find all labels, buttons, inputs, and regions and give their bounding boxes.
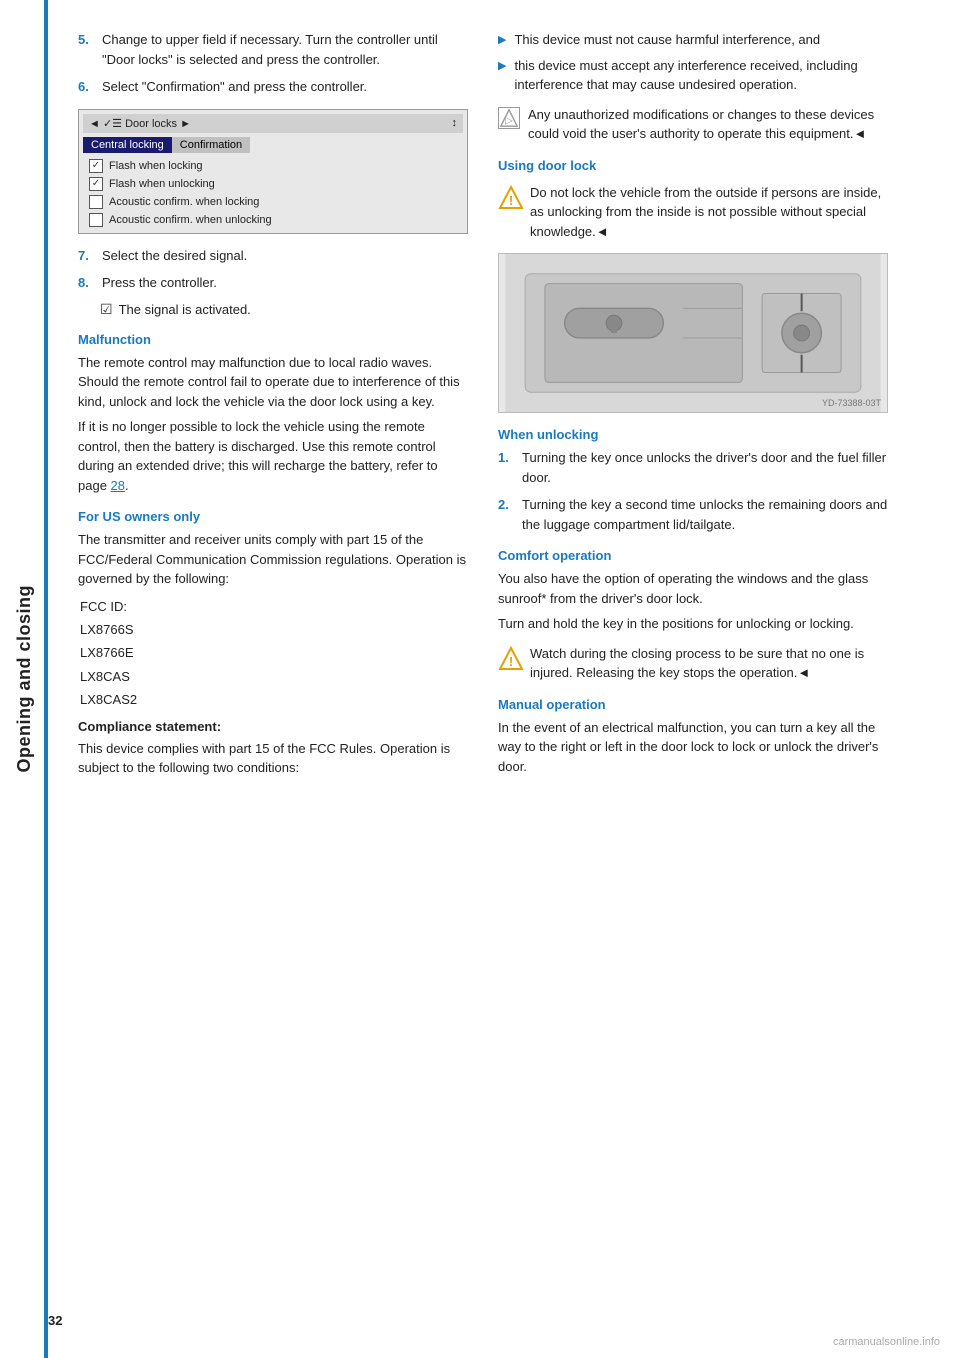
ui-row-2: ✓ Flash when unlocking (83, 175, 463, 193)
using-door-lock-warning: ! Do not lock the vehicle from the outsi… (498, 183, 888, 242)
svg-text:!: ! (509, 654, 513, 669)
left-column: 5. Change to upper field if necessary. T… (78, 30, 468, 1328)
bullet-1-text: This device must not cause harmful inter… (514, 30, 820, 50)
svg-text:▷: ▷ (505, 115, 513, 126)
step-6: 6. Select "Confirmation" and press the c… (78, 77, 468, 97)
fcc-lx8766e: LX8766E (80, 641, 468, 664)
step-5-text: Change to upper field if necessary. Turn… (102, 30, 468, 69)
ui-box-header: ◄ ✓☰ Door locks ► ↕ (83, 114, 463, 133)
fcc-lx8766s: LX8766S (80, 618, 468, 641)
when-unlocking-step-2: 2. Turning the key a second time unlocks… (498, 495, 888, 534)
when-unlock-1-num: 1. (498, 448, 514, 487)
compliance-header: Compliance statement: (78, 717, 468, 737)
malfunction-text-2: If it is no longer possible to lock the … (78, 417, 468, 495)
step-7-num: 7. (78, 246, 94, 266)
triangle-icon-2: ▶ (498, 58, 506, 95)
step-7-text: Select the desired signal. (102, 246, 468, 266)
page-number: 32 (48, 1313, 62, 1328)
ui-row-1-label: Flash when locking (109, 160, 203, 172)
when-unlock-2-num: 2. (498, 495, 514, 534)
fcc-lx8cas: LX8CAS (80, 665, 468, 688)
note-text: Any unauthorized modifications or change… (528, 105, 888, 144)
when-unlock-1-text: Turning the key once unlocks the driver'… (522, 448, 888, 487)
checkmark-note: ☑ The signal is activated. (100, 301, 468, 318)
sidebar: Opening and closing (0, 0, 48, 1358)
comfort-header: Comfort operation (498, 548, 888, 563)
image-caption: YD-73388-03T (822, 398, 881, 408)
ui-row-4-label: Acoustic confirm. when unlocking (109, 214, 272, 226)
bullet-2-text: this device must accept any interference… (514, 56, 888, 95)
step-8-text: Press the controller. (102, 273, 468, 293)
step-8-num: 8. (78, 273, 94, 293)
triangle-icon-1: ▶ (498, 32, 506, 50)
compliance-text: This device complies with part 15 of the… (78, 739, 468, 778)
ui-row-1: ✓ Flash when locking (83, 157, 463, 175)
checkbox-2: ✓ (89, 177, 103, 191)
fcc-id-line: FCC ID: (80, 595, 468, 618)
ui-header-left: ◄ ✓☰ Door locks ► (89, 117, 191, 130)
checkbox-4 (89, 213, 103, 227)
step-5-num: 5. (78, 30, 94, 69)
when-unlock-2-text: Turning the key a second time unlocks th… (522, 495, 888, 534)
using-door-lock-warning-text: Do not lock the vehicle from the outside… (530, 183, 888, 242)
step-8: 8. Press the controller. (78, 273, 468, 293)
warning-triangle-icon: ! (498, 185, 522, 209)
sidebar-title: Opening and closing (14, 585, 35, 773)
ui-tab-central-locking: Central locking (83, 137, 172, 153)
forus-header: For US owners only (78, 509, 468, 524)
when-unlocking-header: When unlocking (498, 427, 888, 442)
malfunction-header: Malfunction (78, 332, 468, 347)
manual-text: In the event of an electrical malfunctio… (498, 718, 888, 777)
ui-box-tabs: Central locking Confirmation (83, 137, 463, 153)
manual-header: Manual operation (498, 697, 888, 712)
using-door-lock-header: Using door lock (498, 158, 888, 173)
fcc-ids: FCC ID: LX8766S LX8766E LX8CAS LX8CAS2 (80, 595, 468, 712)
comfort-warning-box: ! Watch during the closing process to be… (498, 644, 888, 683)
ui-header-icon: ↕ (452, 117, 458, 129)
comfort-warning-text: Watch during the closing process to be s… (530, 644, 888, 683)
step-7: 7. Select the desired signal. (78, 246, 468, 266)
bullet-1: ▶ This device must not cause harmful int… (498, 30, 888, 50)
step-6-text: Select "Confirmation" and press the cont… (102, 77, 468, 97)
ui-row-4: Acoustic confirm. when unlocking (83, 211, 463, 229)
ui-tab-confirmation: Confirmation (172, 137, 250, 153)
forus-text: The transmitter and receiver units compl… (78, 530, 468, 589)
page-link-28[interactable]: 28 (111, 478, 125, 493)
comfort-text-1: You also have the option of operating th… (498, 569, 888, 608)
ui-row-2-label: Flash when unlocking (109, 178, 215, 190)
ui-row-3-label: Acoustic confirm. when locking (109, 196, 259, 208)
malfunction-text-1: The remote control may malfunction due t… (78, 353, 468, 412)
ui-screenshot-box: ◄ ✓☰ Door locks ► ↕ Central locking Conf… (78, 109, 468, 234)
right-column: ▶ This device must not cause harmful int… (498, 30, 888, 1328)
comfort-warning-icon: ! (498, 646, 522, 670)
step-5: 5. Change to upper field if necessary. T… (78, 30, 468, 69)
checkbox-1: ✓ (89, 159, 103, 173)
checkmark-note-text: The signal is activated. (119, 302, 251, 317)
main-content: 5. Change to upper field if necessary. T… (48, 0, 960, 1358)
step-6-num: 6. (78, 77, 94, 97)
svg-text:!: ! (509, 193, 513, 208)
fcc-lx8cas2: LX8CAS2 (80, 688, 468, 711)
note-icon: ▷ (498, 107, 520, 129)
ui-row-3: Acoustic confirm. when locking (83, 193, 463, 211)
checkbox-3 (89, 195, 103, 209)
note-box: ▷ Any unauthorized modifications or chan… (498, 105, 888, 144)
checkmark-icon: ☑ (100, 301, 113, 318)
door-lock-image: YD-73388-03T (498, 253, 888, 413)
watermark: carmanualsonline.info (833, 1336, 940, 1348)
sidebar-bar (44, 0, 48, 1358)
comfort-text-2: Turn and hold the key in the positions f… (498, 614, 888, 634)
bullet-2: ▶ this device must accept any interferen… (498, 56, 888, 95)
when-unlocking-step-1: 1. Turning the key once unlocks the driv… (498, 448, 888, 487)
